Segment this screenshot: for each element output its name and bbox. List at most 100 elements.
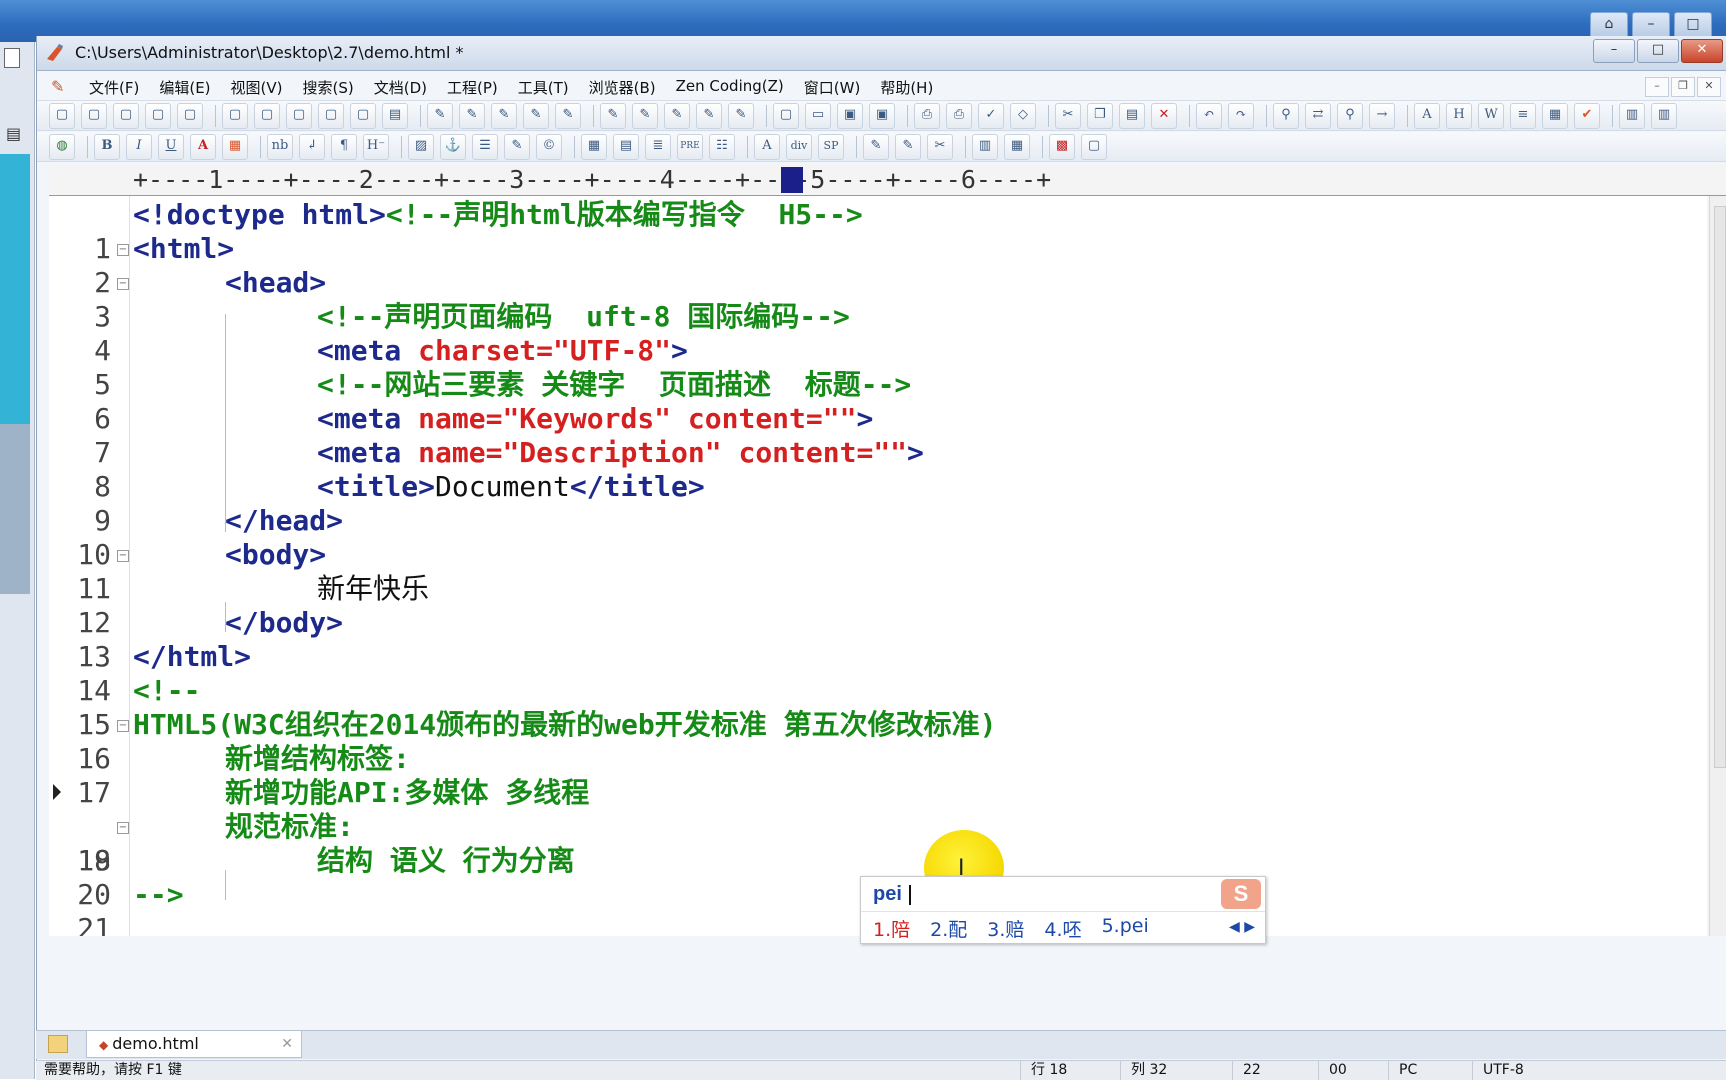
tool-3-icon[interactable]: ✎ — [664, 102, 690, 129]
table-icon[interactable]: ▦ — [581, 133, 607, 160]
globe-icon[interactable]: ◍ — [49, 133, 75, 160]
redo-icon[interactable]: ↷ — [1228, 102, 1254, 129]
tool-4-icon[interactable]: ✎ — [696, 102, 722, 129]
cut-icon[interactable]: ✂ — [1055, 102, 1081, 129]
view-source-icon[interactable]: ◇ — [1010, 102, 1036, 129]
code-editor[interactable]: 1 <!doctype html><!--声明html版本编写指令 H5--> … — [49, 196, 1707, 936]
fold-toggle[interactable]: − — [117, 822, 129, 834]
macro-4-icon[interactable]: ✎ — [523, 102, 549, 129]
code-line[interactable]: 10 </head> — [49, 504, 1707, 571]
color-grid-icon[interactable]: ▦ — [222, 133, 248, 160]
macro-5-icon[interactable]: ✎ — [555, 102, 581, 129]
code-line[interactable]: 4 <!--声明页面编码 uft-8 国际编码--> — [49, 300, 1707, 367]
clip-2-icon[interactable]: ▢ — [254, 102, 280, 129]
italic-button[interactable]: I — [126, 133, 152, 160]
ime-page-arrows-icon[interactable]: ◀ ▶ — [1229, 919, 1255, 935]
div-button[interactable]: div — [786, 133, 812, 160]
fold-toggle[interactable]: − — [117, 244, 129, 256]
indent-guide-icon[interactable]: ≡ — [1510, 102, 1536, 129]
code-line[interactable]: 8 <meta name="Description" content=""> — [49, 436, 1707, 503]
code-line[interactable]: 6 <!--网站三要素 关键字 页面描述 标题--> — [49, 368, 1707, 435]
sogou-logo-icon[interactable]: S — [1221, 879, 1261, 909]
ime-candidate[interactable]: 2.配 — [930, 915, 967, 942]
menu-view[interactable]: 视图(V) — [221, 77, 293, 98]
line-icon[interactable]: ☰ — [472, 133, 498, 160]
find-icon[interactable]: ⚲ — [1273, 102, 1299, 129]
new-template-icon[interactable]: ▢ — [177, 102, 203, 129]
panel-right-icon[interactable]: ▥ — [1651, 102, 1677, 129]
minimize-button[interactable]: – — [1593, 39, 1635, 63]
code-line[interactable]: 12 新年快乐 — [49, 572, 1707, 639]
macro-2-icon[interactable]: ✎ — [459, 102, 485, 129]
code-line[interactable]: 13 </body> — [49, 606, 1707, 673]
goto-line-icon[interactable]: → — [1369, 102, 1395, 129]
host-maximize-button[interactable]: □ — [1674, 12, 1712, 38]
font-icon[interactable]: A — [754, 133, 780, 160]
tool-5-icon[interactable]: ✎ — [728, 102, 754, 129]
form-icon[interactable]: ▤ — [613, 133, 639, 160]
clip-4-icon[interactable]: ▢ — [318, 102, 344, 129]
menu-window[interactable]: 窗口(W) — [794, 77, 871, 98]
hr-button[interactable]: H⁻ — [363, 133, 389, 160]
copyright-icon[interactable]: © — [536, 133, 562, 160]
replace-icon[interactable]: ⇄ — [1305, 102, 1331, 129]
fold-toggle[interactable]: − — [117, 550, 129, 562]
nbsp-button[interactable]: nb — [267, 133, 293, 160]
span-button[interactable]: SP — [818, 133, 844, 160]
mdi-close-button[interactable]: ✕ — [1697, 77, 1721, 97]
print-icon[interactable]: ⎙ — [946, 102, 972, 129]
tool-1-icon[interactable]: ✎ — [600, 102, 626, 129]
ime-candidate[interactable]: 3.赔 — [987, 915, 1024, 942]
clip-3-icon[interactable]: ▢ — [286, 102, 312, 129]
macro-3-icon[interactable]: ✎ — [491, 102, 517, 129]
tool-2-icon[interactable]: ✎ — [632, 102, 658, 129]
clip-1-icon[interactable]: ▢ — [222, 102, 248, 129]
menu-search[interactable]: 搜索(S) — [293, 77, 364, 98]
tab-close-icon[interactable]: ✕ — [281, 1031, 293, 1057]
check-icon[interactable]: ✔ — [1574, 102, 1600, 129]
new-css-icon[interactable]: ▢ — [113, 102, 139, 129]
close-button[interactable]: ✕ — [1681, 39, 1723, 63]
fold-toggle[interactable]: − — [117, 720, 129, 732]
underline-button[interactable]: U — [158, 133, 184, 160]
menu-zen-coding[interactable]: Zen Coding(Z) — [666, 77, 794, 98]
new-file-icon[interactable]: ▢ — [49, 102, 75, 129]
clip-5-icon[interactable]: ▢ — [350, 102, 376, 129]
syntax-icon[interactable]: ▦ — [1542, 102, 1568, 129]
new-icon[interactable]: ▢ — [773, 102, 799, 129]
ime-candidate[interactable]: 5.pei — [1102, 915, 1149, 942]
mdi-restore-button[interactable]: ❐ — [1671, 77, 1695, 97]
palette-icon[interactable]: ▩ — [1049, 133, 1075, 160]
br-button[interactable]: ↲ — [299, 133, 325, 160]
save-all-icon[interactable]: ▣ — [869, 102, 895, 129]
code-line[interactable]: 19 − 规范标准: — [49, 810, 1707, 877]
code-line[interactable]: 3 − <head> — [49, 266, 1707, 333]
new-js-icon[interactable]: ▢ — [145, 102, 171, 129]
window-icon[interactable]: ▢ — [1081, 133, 1107, 160]
vertical-scrollbar[interactable] — [1709, 196, 1726, 936]
maximize-button[interactable]: □ — [1637, 39, 1679, 63]
frame-icon[interactable]: ▥ — [972, 133, 998, 160]
menu-tools[interactable]: 工具(T) — [508, 77, 579, 98]
fold-toggle[interactable]: − — [117, 278, 129, 290]
host-minimize-button[interactable]: – — [1632, 12, 1670, 38]
scrollbar-thumb[interactable] — [1714, 206, 1726, 768]
code-line[interactable]: 2 − <html> — [49, 232, 1707, 299]
folder-icon[interactable] — [48, 1035, 68, 1053]
code-line[interactable]: 1 <!doctype html><!--声明html版本编写指令 H5--> — [49, 198, 1707, 265]
clip-list-icon[interactable]: ▤ — [382, 102, 408, 129]
bold-button[interactable]: B — [94, 133, 120, 160]
menu-document[interactable]: 文档(D) — [364, 77, 437, 98]
paste-icon[interactable]: ▤ — [1119, 102, 1145, 129]
list-icon[interactable]: ☷ — [709, 133, 735, 160]
tools-icon[interactable]: ✂ — [927, 133, 953, 160]
code-line[interactable]: 11 − <body> — [49, 538, 1707, 605]
code-line[interactable]: 14 </html> — [49, 640, 1707, 707]
mdi-minimize-button[interactable]: – — [1645, 77, 1669, 97]
code-line[interactable]: 5 <meta charset="UTF-8"> — [49, 334, 1707, 401]
save-icon[interactable]: ▣ — [837, 102, 863, 129]
panel-left-icon[interactable]: ▥ — [1619, 102, 1645, 129]
paragraph-button[interactable]: ¶ — [331, 133, 357, 160]
anchor-icon[interactable]: ⚓ — [440, 133, 466, 160]
spellcheck-icon[interactable]: ✓ — [978, 102, 1004, 129]
